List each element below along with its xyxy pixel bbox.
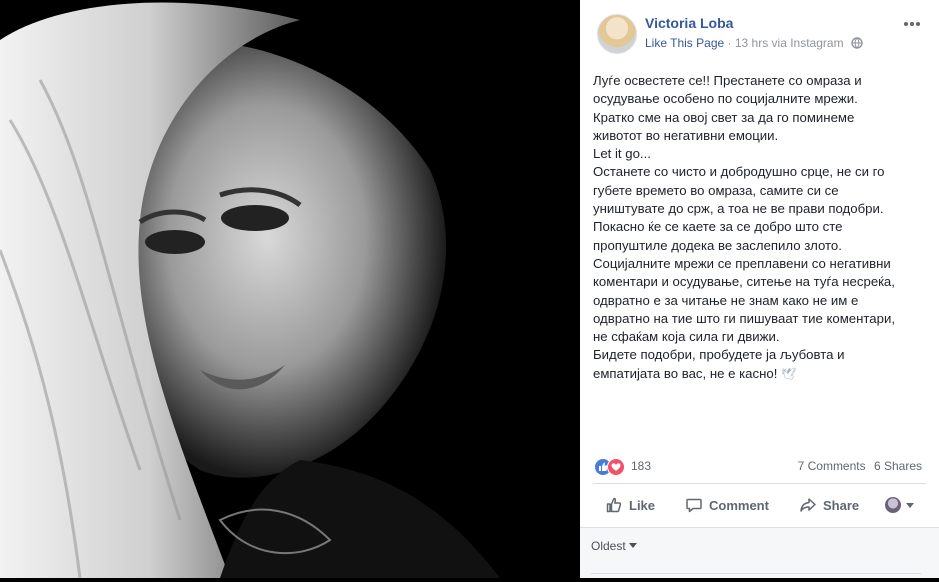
divider bbox=[593, 483, 926, 484]
meta-separator: · bbox=[727, 36, 732, 50]
post-text-line: губете времето во омраза, самите си се bbox=[593, 182, 839, 198]
post-actions: Like Comment Share bbox=[593, 487, 926, 523]
post-text-line: коментари и осудување, ситење на туѓа не… bbox=[593, 274, 895, 290]
post-photo[interactable] bbox=[0, 0, 580, 578]
post-time[interactable]: 13 hrs via Instagram bbox=[735, 36, 844, 50]
post-text-line: Покасно ќе се каете за се добро што сте bbox=[593, 219, 843, 235]
comment-share-counts: 7 Comments 6 Shares bbox=[798, 459, 922, 473]
like-page-link[interactable]: Like This Page bbox=[645, 36, 724, 50]
comments-section: Oldest bbox=[580, 528, 939, 578]
post-panel: Victoria Loba Like This Page · 13 hrs vi… bbox=[580, 0, 939, 578]
dove-emoji: 🕊 bbox=[781, 366, 797, 381]
post-text-line-last: емпатијата во вас, не е касно! 🕊 bbox=[593, 365, 928, 383]
reaction-as-selector[interactable] bbox=[885, 487, 914, 523]
author-name[interactable]: Victoria Loba bbox=[645, 15, 733, 31]
globe-icon[interactable] bbox=[851, 37, 863, 52]
chevron-down-icon bbox=[628, 543, 637, 548]
post-text-line: животот во негативни емоции. bbox=[593, 127, 779, 143]
comment-label: Comment bbox=[709, 497, 769, 513]
post-text-line: осудување особено по социјалните мрежи. bbox=[593, 91, 858, 107]
post-text-line: Останете со чисто и добродушно срце, не … bbox=[593, 164, 885, 180]
post-text: Луѓе освестете се!! Престанете со омраза… bbox=[593, 72, 928, 383]
share-arrow-icon bbox=[800, 498, 816, 512]
comments-count-link[interactable]: 7 Comments bbox=[798, 459, 866, 473]
reaction-count[interactable]: 183 bbox=[631, 459, 651, 473]
post-text-line: Let it go... bbox=[593, 146, 651, 162]
comment-bubble-icon bbox=[686, 498, 702, 513]
more-options-icon[interactable] bbox=[904, 13, 924, 27]
chevron-down-icon bbox=[906, 502, 914, 508]
author-avatar[interactable] bbox=[597, 14, 637, 54]
comment-sort-dropdown[interactable]: Oldest bbox=[591, 539, 637, 553]
post-text-line: одвратно е за читање не знам како не им … bbox=[593, 292, 859, 308]
post-text-line: Бидете подобри, пробудете ја љубовта и bbox=[593, 347, 845, 363]
sort-label: Oldest bbox=[591, 539, 626, 553]
page-avatar-icon bbox=[885, 497, 901, 513]
shares-count-link[interactable]: 6 Shares bbox=[874, 459, 922, 473]
post-meta: Like This Page · 13 hrs via Instagram bbox=[645, 36, 863, 52]
share-label: Share bbox=[823, 497, 860, 513]
like-label: Like bbox=[629, 497, 656, 513]
post-text-line: уништувате до срж, а тоа не ве прави под… bbox=[593, 201, 884, 217]
post-text-line: пропуштиле додека ве заслепило злото. bbox=[593, 237, 842, 253]
post-text-line: не сфаќам која сила ги движи. bbox=[593, 329, 780, 345]
like-button[interactable]: Like bbox=[605, 487, 655, 523]
thumbs-up-icon bbox=[606, 497, 622, 513]
post-text-line: одвратно на тие што ги пишуваат тие коме… bbox=[593, 310, 895, 326]
post-text-line: емпатијата во вас, не е касно! bbox=[593, 365, 778, 381]
portrait-image bbox=[0, 0, 580, 578]
post-text-line: Кратко сме на овој свет за да го поминем… bbox=[593, 109, 855, 125]
share-button[interactable]: Share bbox=[799, 487, 859, 523]
comment-button[interactable]: Comment bbox=[685, 487, 769, 523]
post-text-line: Луѓе освестете се!! Престанете со омраза… bbox=[593, 73, 862, 88]
post-text-line: Социјалните мрежи се преплавени со негат… bbox=[593, 255, 891, 271]
love-reaction-icon bbox=[607, 458, 625, 476]
